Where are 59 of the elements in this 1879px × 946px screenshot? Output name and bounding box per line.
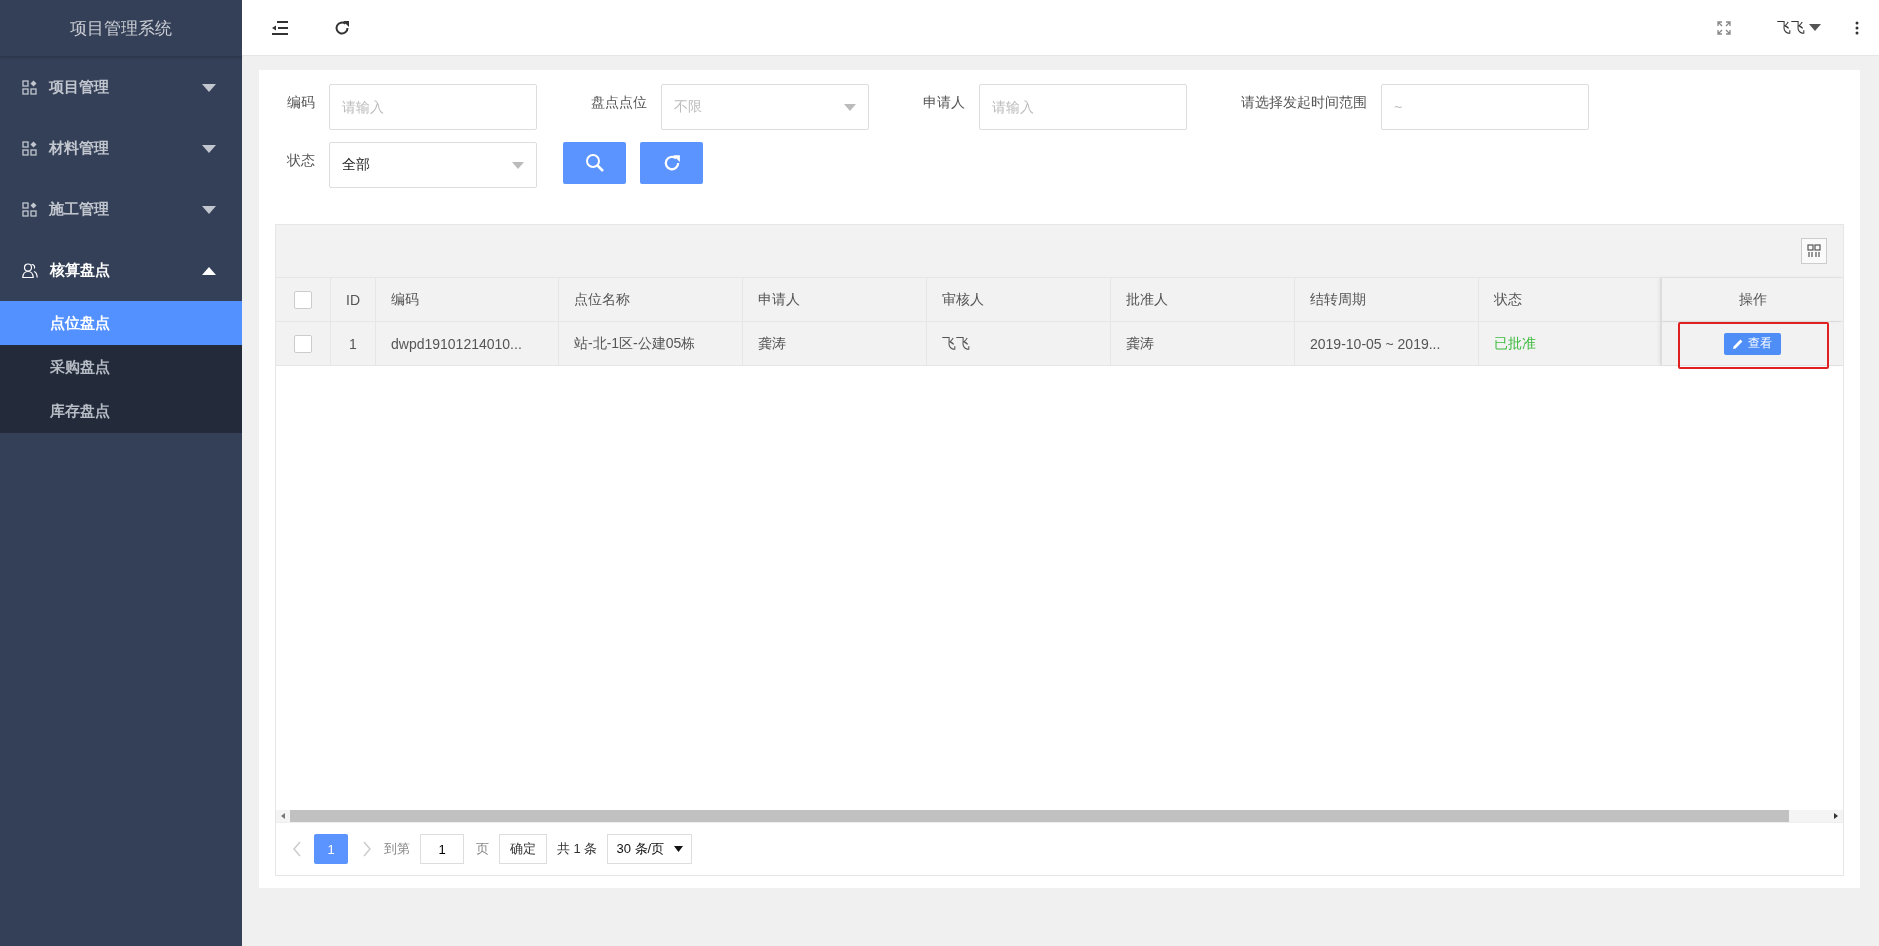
confirm-button[interactable]: 确定	[499, 834, 547, 864]
caret-icon	[202, 83, 216, 92]
table-cell: 已批准	[1479, 322, 1661, 365]
submenu-item[interactable]: 采购盘点	[0, 345, 242, 389]
menu-icon	[272, 20, 288, 35]
field-label: 状态	[286, 151, 316, 170]
page-unit-label: 页	[476, 840, 489, 858]
user-icon	[22, 263, 38, 278]
horizontal-scrollbar[interactable]	[276, 810, 1843, 822]
refresh-icon	[662, 154, 681, 172]
menu-item[interactable]: 材料管理	[0, 118, 242, 179]
fullscreen-icon	[1717, 20, 1731, 35]
next-page-icon[interactable]	[362, 841, 372, 857]
caret-icon	[202, 144, 216, 153]
pencil-icon	[1733, 338, 1743, 349]
previous-page-icon[interactable]	[292, 841, 302, 857]
caret-icon	[202, 205, 216, 214]
refresh-icon	[334, 19, 350, 36]
field-label: 编码	[286, 93, 316, 112]
caret-icon	[512, 161, 524, 169]
menu-item[interactable]: 施工管理	[0, 179, 242, 240]
scroll-right-icon[interactable]	[1832, 812, 1840, 820]
reset-button[interactable]	[640, 142, 703, 184]
scroll-left-icon[interactable]	[279, 812, 287, 820]
select-field[interactable]: 全部	[329, 142, 537, 188]
more-icon	[1855, 20, 1859, 35]
menu-item[interactable]: 核算盘点	[0, 240, 242, 301]
submenu-item[interactable]: 库存盘点	[0, 389, 242, 433]
table-cell: 站-北-1区-公建05栋	[559, 322, 743, 365]
grid-icon	[22, 141, 37, 156]
field-label: 盘点点位	[590, 93, 648, 112]
select-all-checkbox[interactable]	[294, 290, 312, 309]
columns-icon	[1807, 244, 1821, 258]
search-button[interactable]	[563, 142, 626, 184]
goto-label: 到第	[384, 840, 410, 858]
input-field[interactable]: 请输入	[329, 84, 537, 130]
table-cell: 1	[331, 322, 376, 365]
menu-item[interactable]: 项目管理	[0, 57, 242, 118]
page-input[interactable]: 1	[420, 834, 464, 864]
table-cell: 龚涛	[743, 322, 927, 365]
column-settings-button[interactable]	[1801, 238, 1827, 264]
caret-icon	[202, 266, 216, 275]
caret-icon	[844, 103, 856, 111]
table-cell: 2019-10-05 ~ 2019...	[1295, 322, 1479, 365]
total-count: 共 1 条	[557, 840, 598, 858]
field-label: 请选择发起时间范围	[1240, 93, 1368, 112]
field-label: 申请人	[922, 93, 966, 112]
grid-icon	[22, 202, 37, 217]
caret-icon	[674, 846, 684, 852]
table-cell: dwpd19101214010...	[376, 322, 559, 365]
row-checkbox[interactable]	[294, 334, 312, 353]
user-menu-button[interactable]: 飞飞	[1771, 17, 1827, 38]
caret-icon	[1809, 24, 1821, 31]
grid-icon	[22, 80, 37, 95]
page-size-select[interactable]: 30 条/页	[607, 834, 693, 864]
table-cell: 龚涛	[1111, 322, 1295, 365]
table-cell: 飞飞	[927, 322, 1111, 365]
search-icon	[584, 153, 605, 173]
input-field[interactable]: 请输入	[979, 84, 1187, 130]
